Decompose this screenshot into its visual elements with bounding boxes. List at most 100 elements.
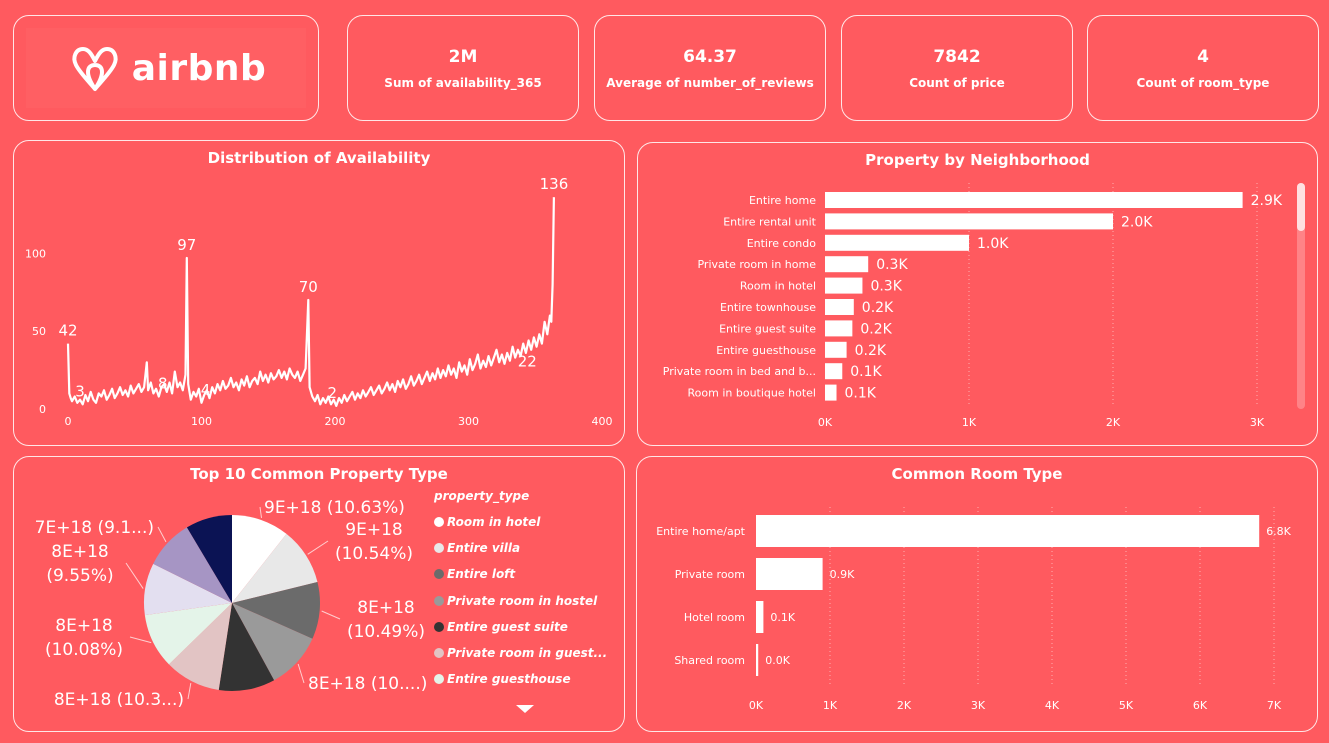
legend-label: Entire guesthouse bbox=[447, 672, 571, 687]
x-tick-label: 2K bbox=[897, 699, 912, 712]
neighborhood-panel[interactable]: Property by Neighborhood 0K 1K 2K 3K Entire … bbox=[637, 142, 1318, 446]
bar bbox=[825, 363, 843, 380]
slice-label: 8E+18 (10.49%) bbox=[347, 598, 425, 642]
legend-item[interactable]: Private room in hostel bbox=[434, 588, 607, 614]
property-type-pie-chart[interactable]: 9E+18 (10.63%)9E+18 (10.54%) 8E+18 (10.49%)… bbox=[14, 457, 434, 733]
room-type-panel[interactable]: Common Room Type 0K 1K 2K 3K 4K 5K 6K 7K Entire … bbox=[636, 456, 1318, 732]
value-label: 0.1K bbox=[845, 386, 877, 402]
legend-dot-icon bbox=[434, 543, 444, 554]
value-label: 2.0K bbox=[1121, 214, 1153, 230]
x-tick-label: 400 bbox=[592, 415, 613, 428]
legend-item[interactable]: Entire guesthouse bbox=[434, 666, 607, 692]
value-label: 0.2K bbox=[862, 300, 894, 316]
leader-line bbox=[129, 636, 152, 644]
y-tick-label: 50 bbox=[32, 325, 46, 338]
data-label: 136 bbox=[540, 175, 569, 193]
legend-title: property_type bbox=[434, 489, 530, 503]
bar bbox=[756, 644, 759, 676]
value-label: 0.2K bbox=[855, 343, 887, 359]
kpi-card-availability: 2M Sum of availability_365 bbox=[347, 15, 579, 121]
leader-line bbox=[297, 663, 305, 684]
category-label: Private room in home bbox=[697, 258, 816, 271]
category-label: Private room bbox=[675, 568, 745, 581]
value-label: 2.9K bbox=[1251, 193, 1283, 209]
bar bbox=[825, 256, 869, 273]
legend-label: Entire guest suite bbox=[447, 619, 568, 634]
legend-label: Private room in hostel bbox=[447, 593, 598, 608]
property-type-panel[interactable]: Top 10 Common Property Type 9E+18 (10.63… bbox=[13, 456, 625, 732]
legend-item[interactable]: Room in hotel bbox=[434, 509, 607, 535]
category-label: Entire home/apt bbox=[656, 525, 745, 538]
slice-label: 9E+18 (10.54%) bbox=[335, 520, 413, 564]
legend-item[interactable]: Private room in guest... bbox=[434, 640, 607, 666]
leader-line bbox=[187, 682, 192, 700]
logo-text: airbnb bbox=[131, 47, 267, 89]
x-tick-label: 3K bbox=[971, 699, 986, 712]
scroll-thumb[interactable] bbox=[1297, 183, 1305, 231]
bar bbox=[756, 558, 823, 590]
category-label: Entire condo bbox=[747, 237, 817, 250]
value-label: 0.1K bbox=[850, 364, 882, 380]
legend-item[interactable]: Entire loft bbox=[434, 561, 607, 587]
pie-legend: property_type Room in hotel Entire villa E… bbox=[434, 489, 607, 692]
data-label: 4 bbox=[201, 381, 211, 399]
x-tick-label: 3K bbox=[1250, 416, 1265, 429]
value-label: 0.1K bbox=[770, 611, 795, 624]
slice-label: 8E+18 (10....) bbox=[308, 674, 427, 694]
category-label: Shared room bbox=[674, 654, 745, 667]
legend-scroll-down-icon[interactable] bbox=[516, 705, 534, 713]
bar bbox=[825, 384, 837, 401]
y-tick-label: 0 bbox=[39, 403, 46, 416]
category-label: Entire home bbox=[749, 194, 816, 207]
bar bbox=[825, 277, 863, 294]
x-tick-label: 5K bbox=[1119, 699, 1134, 712]
legend-label: Entire loft bbox=[447, 567, 516, 582]
availability-line bbox=[66, 197, 555, 407]
legend-label: Entire villa bbox=[447, 541, 521, 556]
x-tick-label: 200 bbox=[325, 415, 346, 428]
data-label: 70 bbox=[299, 278, 318, 296]
legend-label: Room in hotel bbox=[447, 515, 541, 530]
legend-label: Private room in guest... bbox=[447, 646, 608, 661]
x-tick-label: 100 bbox=[191, 415, 212, 428]
x-tick-label: 0K bbox=[818, 416, 833, 429]
x-tick-label: 0 bbox=[65, 415, 72, 428]
bar bbox=[756, 601, 764, 633]
x-tick-label: 4K bbox=[1045, 699, 1060, 712]
kpi-label: Average of number_of_reviews bbox=[606, 75, 814, 90]
value-label: 6.8K bbox=[1266, 525, 1291, 538]
legend-dot-icon bbox=[434, 517, 444, 528]
category-label: Private room in bed and b... bbox=[663, 365, 816, 378]
legend-dot-icon bbox=[434, 569, 444, 580]
availability-panel[interactable]: Distribution of Availability 0 100 200 300 4… bbox=[13, 140, 625, 446]
data-label: 2 bbox=[328, 384, 338, 402]
x-tick-label: 1K bbox=[962, 416, 977, 429]
category-label: Room in hotel bbox=[740, 280, 816, 293]
kpi-card-price-count: 7842 Count of price bbox=[841, 15, 1073, 121]
leader-line bbox=[321, 610, 341, 620]
vertical-scrollbar[interactable] bbox=[1297, 183, 1305, 409]
value-label: 0.0K bbox=[765, 654, 790, 667]
slice-label: 8E+18 (9.55%) bbox=[46, 542, 113, 586]
logo-card: airbnb bbox=[13, 15, 319, 121]
x-tick-label: 0K bbox=[749, 699, 764, 712]
room-type-bar-chart[interactable]: 0K 1K 2K 3K 4K 5K 6K 7K Entire home/apt 6.8K Priva… bbox=[637, 457, 1319, 733]
category-label: Entire guesthouse bbox=[716, 344, 816, 357]
kpi-label: Count of room_type bbox=[1136, 75, 1270, 90]
x-tick-label: 2K bbox=[1106, 416, 1121, 429]
legend-dot-icon bbox=[434, 621, 444, 632]
bar bbox=[825, 299, 854, 315]
legend-dot-icon bbox=[434, 595, 444, 606]
legend-item[interactable]: Entire guest suite bbox=[434, 614, 607, 640]
kpi-card-room-type-count: 4 Count of room_type bbox=[1087, 15, 1319, 121]
data-label: 97 bbox=[177, 236, 196, 254]
kpi-value: 64.37 bbox=[683, 46, 737, 67]
neighborhood-bar-chart[interactable]: 0K 1K 2K 3K Entire home 2.9K Entire rental uni… bbox=[638, 143, 1319, 447]
legend-dot-icon bbox=[434, 648, 444, 659]
x-tick-label: 6K bbox=[1193, 699, 1208, 712]
value-label: 0.2K bbox=[860, 321, 892, 337]
bar bbox=[756, 515, 1260, 547]
availability-line-chart[interactable]: 0 100 200 300 400050100423 897470222136 bbox=[14, 141, 626, 447]
legend-item[interactable]: Entire villa bbox=[434, 535, 607, 561]
slice-label: 8E+18 (10.08%) bbox=[45, 616, 123, 660]
